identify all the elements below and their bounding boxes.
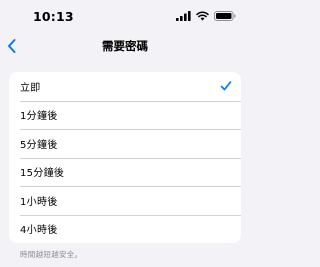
option-immediately[interactable]: 立即: [9, 72, 241, 101]
status-icons: [176, 11, 236, 21]
option-after-15-minutes[interactable]: 15分鐘後: [9, 157, 241, 187]
option-label: 1分鐘後: [20, 111, 58, 123]
footer-note: 時間越短越安全。: [20, 250, 83, 259]
checkmark-icon: [220, 81, 232, 91]
battery-icon: [214, 11, 236, 21]
option-label: 4小時後: [20, 225, 58, 237]
page-title: 需要密碼: [102, 39, 148, 53]
cellular-signal-icon: [176, 11, 191, 21]
wifi-icon: [196, 11, 209, 21]
status-time: 10:13: [33, 9, 74, 24]
option-label: 5分鐘後: [20, 139, 58, 151]
option-after-4-hours[interactable]: 4小時後: [9, 214, 241, 244]
option-label: 1小時後: [20, 196, 58, 208]
option-label: 立即: [20, 82, 41, 94]
option-after-1-hour[interactable]: 1小時後: [9, 186, 241, 215]
option-label: 15分鐘後: [20, 168, 65, 180]
status-bar: 10:13: [0, 0, 250, 34]
option-after-5-minutes[interactable]: 5分鐘後: [9, 129, 241, 158]
navigation-bar: 需要密碼: [0, 34, 250, 58]
option-after-1-minute[interactable]: 1分鐘後: [9, 100, 241, 130]
require-passcode-options: 立即 1分鐘後 5分鐘後 15分鐘後 1小時後 4小時後: [9, 72, 241, 243]
